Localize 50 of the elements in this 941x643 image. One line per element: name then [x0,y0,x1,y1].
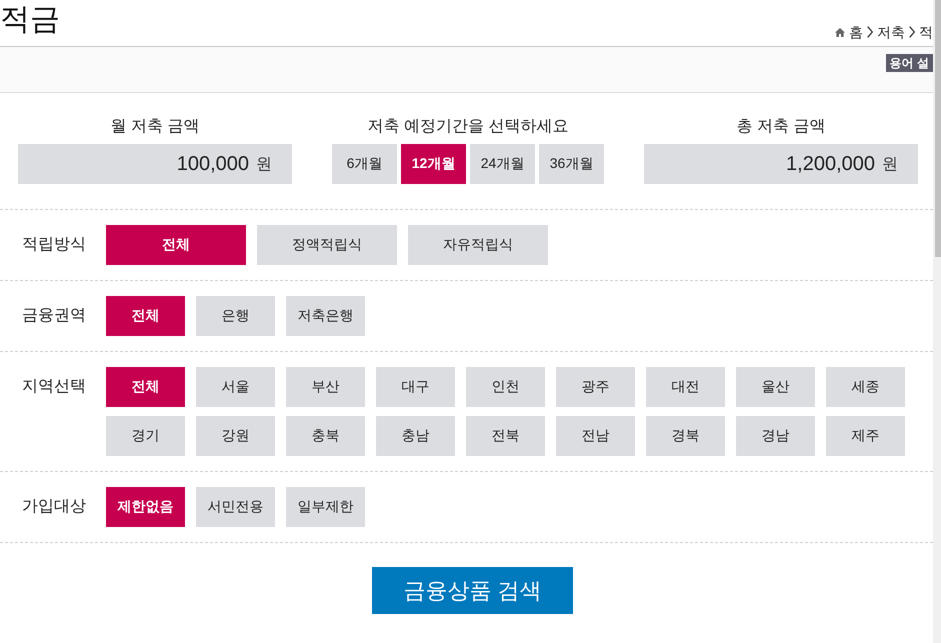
filter-option[interactable]: 정액적립식 [257,225,397,265]
search-button[interactable]: 금융상품 검색 [372,567,573,614]
period-option[interactable]: 6개월 [332,144,397,184]
filter-option[interactable]: 강원 [196,416,275,456]
breadcrumb-link[interactable]: 저축 [877,23,905,41]
filter-option[interactable]: 광주 [556,367,635,407]
scrollbar-thumb[interactable] [935,0,941,257]
filter-option[interactable]: 전체 [106,225,246,265]
filter-option[interactable]: 세종 [826,367,905,407]
filter-option[interactable]: 자유적립식 [408,225,548,265]
chevron-icon [909,26,915,38]
filter-label: 가입대상 [21,497,87,517]
filter-option[interactable]: 전체 [106,296,185,336]
filter-option[interactable]: 충남 [376,416,455,456]
filter-option[interactable]: 저축은행 [286,296,365,336]
filter-option[interactable]: 대전 [646,367,725,407]
amount-field[interactable]: 1,200,000 원 [644,144,918,184]
filter-option[interactable]: 경기 [106,416,185,456]
filter-label: 금융권역 [21,306,87,326]
field-label: 총 저축 금액 [736,117,826,137]
glossary-button[interactable]: 용어 설 [886,54,933,72]
filter-option[interactable]: 경북 [646,416,725,456]
home-icon [835,28,845,36]
field-label: 월 저축 금액 [110,117,200,137]
breadcrumb-link[interactable]: 홈 [849,23,863,41]
filter-label: 적립방식 [21,235,87,255]
filter-option[interactable]: 대구 [376,367,455,407]
period-option[interactable]: 24개월 [470,144,535,184]
filter-option[interactable]: 울산 [736,367,815,407]
filter-option[interactable]: 전남 [556,416,635,456]
filter-option[interactable]: 전북 [466,416,545,456]
filter-option[interactable]: 제한없음 [106,487,185,527]
filter-option[interactable]: 부산 [286,367,365,407]
breadcrumb-link[interactable]: 적 [919,23,933,41]
filter-option[interactable]: 충북 [286,416,365,456]
filter-option[interactable]: 제주 [826,416,905,456]
amount-field[interactable]: 100,000 원 [18,144,292,184]
page-title: 적금 [0,2,60,38]
filter-option[interactable]: 일부제한 [286,487,365,527]
filter-label: 지역선택 [21,377,87,397]
chevron-icon [867,26,873,38]
period-option[interactable]: 12개월 [401,144,466,184]
filter-option[interactable]: 경남 [736,416,815,456]
filter-option[interactable]: 서민전용 [196,487,275,527]
filter-option[interactable]: 은행 [196,296,275,336]
period-option[interactable]: 36개월 [539,144,604,184]
filter-option[interactable]: 전체 [106,367,185,407]
filter-option[interactable]: 서울 [196,367,275,407]
filter-option[interactable]: 인천 [466,367,545,407]
period-label: 저축 예정기간을 선택하세요 [368,117,568,137]
